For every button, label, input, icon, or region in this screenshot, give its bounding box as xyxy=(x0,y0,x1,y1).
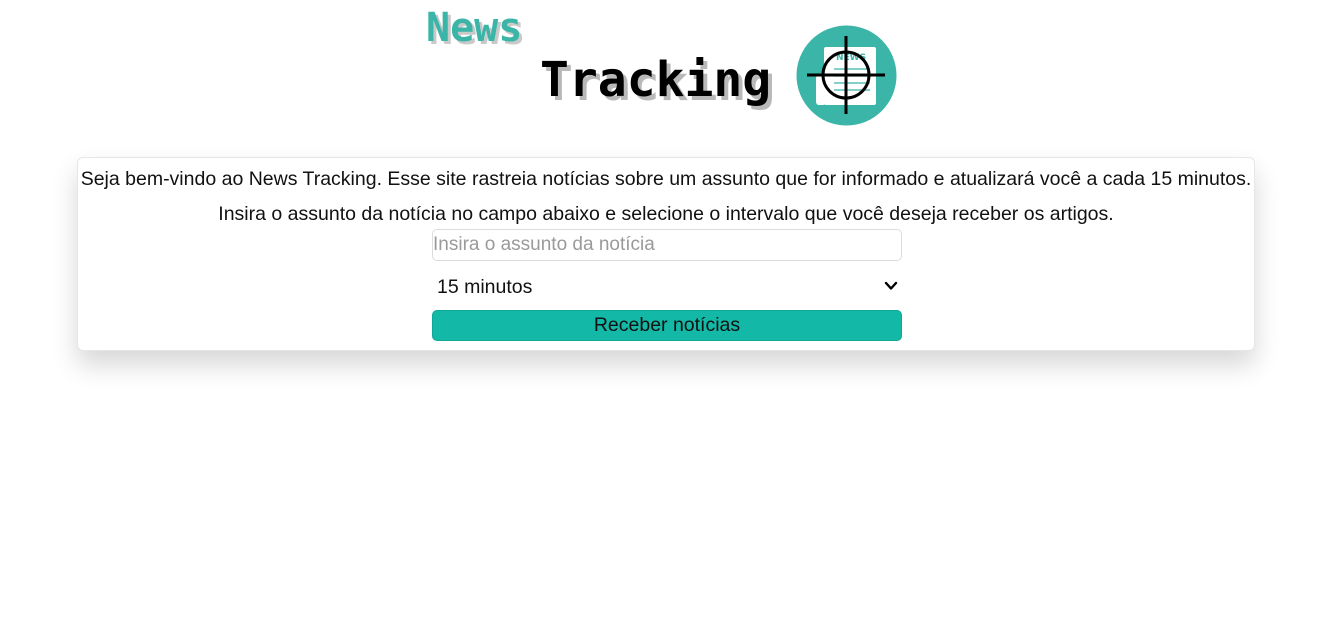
chevron-down-icon xyxy=(884,281,898,290)
main-card: Seja bem-vindo ao News Tracking. Esse si… xyxy=(77,157,1255,351)
header: News Tracking NEWS xyxy=(0,0,1339,140)
crosshair-newspaper-icon: NEWS xyxy=(796,25,897,126)
title-news: News xyxy=(426,5,523,51)
interval-select[interactable]: 15 minutos xyxy=(432,270,902,304)
title-tracking: Tracking xyxy=(540,52,772,108)
subject-input[interactable] xyxy=(432,229,902,261)
instruction-text: Insira o assunto da notícia no campo aba… xyxy=(218,203,1114,225)
welcome-text: Seja bem-vindo ao News Tracking. Esse si… xyxy=(80,168,1252,190)
interval-selected-value: 15 minutos xyxy=(437,275,533,298)
receive-news-button[interactable]: Receber notícias xyxy=(432,310,902,341)
